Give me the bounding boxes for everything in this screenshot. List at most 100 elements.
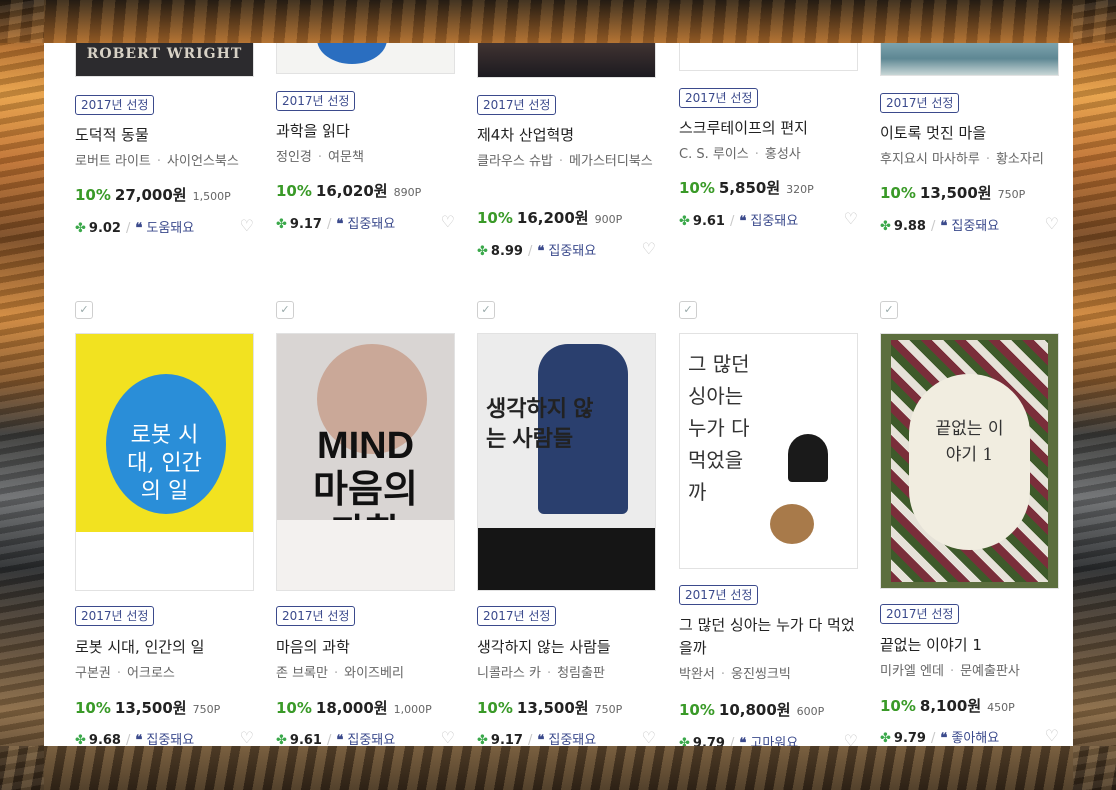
reward-points: 900P <box>594 213 623 226</box>
book-cover[interactable] <box>477 43 656 78</box>
reward-points: 450P <box>987 701 1015 714</box>
review-keyword[interactable]: 집중돼요 <box>347 733 395 746</box>
review-keyword[interactable]: 집중돼요 <box>750 214 798 229</box>
author[interactable]: 구본권 <box>75 666 111 681</box>
review-keyword[interactable]: 집중돼요 <box>146 733 194 746</box>
book-cover[interactable]: 생각하지 않는 사람들 <box>477 333 656 591</box>
discount-rate: 10% <box>477 699 513 717</box>
heart-icon[interactable]: ♡ <box>240 216 254 235</box>
award-tag[interactable]: 2017년 선정 <box>477 95 557 115</box>
book-cover[interactable]: MIND 마음의 과학 <box>276 333 455 591</box>
award-tag[interactable]: 2017년 선정 <box>679 88 759 108</box>
cover-footer <box>76 532 253 590</box>
publisher[interactable]: 사이언스북스 <box>167 154 239 169</box>
book-card: ✓ 끝없는 이야기 1 2017년 선정 끝없는 이야기 1 미카엘 엔데 · 문예… <box>880 301 1065 746</box>
author[interactable]: C. S. 루이스 <box>679 147 749 162</box>
book-title[interactable]: 제4차 산업혁명 <box>477 124 662 147</box>
award-tag[interactable]: 2017년 선정 <box>679 585 759 605</box>
book-title[interactable]: 생각하지 않는 사람들 <box>477 636 662 659</box>
heart-icon[interactable]: ♡ <box>844 209 858 228</box>
award-tag[interactable]: 2017년 선정 <box>276 91 356 111</box>
publisher[interactable]: 청림출판 <box>557 666 605 681</box>
heart-icon[interactable]: ♡ <box>1045 214 1059 233</box>
heart-icon[interactable]: ♡ <box>441 728 455 746</box>
publisher[interactable]: 와이즈베리 <box>344 666 404 681</box>
author[interactable]: 후지요시 마사하루 <box>880 152 980 167</box>
background-left <box>0 0 44 790</box>
publisher[interactable]: 문예출판사 <box>960 664 1020 679</box>
publisher[interactable]: 메가스터디북스 <box>569 154 653 169</box>
review-keyword[interactable]: 집중돼요 <box>951 219 999 234</box>
author[interactable]: 니콜라스 카 <box>477 666 541 681</box>
sale-price: 16,020원 <box>315 182 388 200</box>
book-cover[interactable]: 그 많던 싱아는 누가 다 먹었을까 <box>679 333 858 569</box>
background-right <box>1073 0 1116 790</box>
book-title[interactable]: 도덕적 동물 <box>75 124 260 147</box>
book-cover[interactable] <box>880 43 1059 76</box>
award-tag[interactable]: 2017년 선정 <box>477 606 557 626</box>
heart-icon[interactable]: ♡ <box>240 728 254 746</box>
heart-icon[interactable]: ♡ <box>642 239 656 258</box>
publisher[interactable]: 어크로스 <box>127 666 175 681</box>
book-cover[interactable]: 로봇 시대, 인간의 일 <box>75 333 254 591</box>
book-cover[interactable] <box>679 43 858 71</box>
publisher[interactable]: 황소자리 <box>996 152 1044 167</box>
book-cover[interactable]: ROBERT WRIGHT <box>75 43 254 77</box>
review-keyword[interactable]: 도움돼요 <box>146 221 194 236</box>
book-title[interactable]: 스크루테이프의 편지 <box>679 117 864 140</box>
review-keyword[interactable]: 고마워요 <box>750 736 798 746</box>
quote-icon: ❝ <box>940 731 948 746</box>
heart-icon[interactable]: ♡ <box>844 731 858 746</box>
book-cover[interactable]: 끝없는 이야기 1 <box>880 333 1059 589</box>
book-card: 2017년 선정 스크루테이프의 편지 C. S. 루이스 · 홍성사 10% 5,8… <box>679 43 864 243</box>
clover-icon: ✤ <box>75 221 86 236</box>
heart-icon[interactable]: ♡ <box>1045 726 1059 745</box>
review-keyword[interactable]: 집중돼요 <box>548 244 596 259</box>
select-checkbox[interactable]: ✓ <box>679 301 697 319</box>
quote-icon: ❝ <box>135 733 143 746</box>
review-keyword[interactable]: 집중돼요 <box>548 733 596 746</box>
rating-score: 9.61 <box>289 733 322 746</box>
heart-icon[interactable]: ♡ <box>642 728 656 746</box>
reward-points: 1,500P <box>192 190 231 203</box>
award-tag[interactable]: 2017년 선정 <box>880 604 960 624</box>
rating-row: ✤ 9.17/❝ 집중돼요 ♡ <box>276 212 455 232</box>
select-checkbox[interactable]: ✓ <box>880 301 898 319</box>
cover-art-2 <box>770 504 814 544</box>
cover-text: 생각하지 않는 사람들 <box>486 396 594 451</box>
select-checkbox[interactable]: ✓ <box>477 301 495 319</box>
reward-points: 320P <box>786 183 814 196</box>
select-checkbox[interactable]: ✓ <box>75 301 93 319</box>
book-title[interactable]: 과학을 읽다 <box>276 120 461 143</box>
author[interactable]: 로버트 라이트 <box>75 154 151 169</box>
book-title[interactable]: 끝없는 이야기 1 <box>880 634 1065 657</box>
publisher[interactable]: 홍성사 <box>765 147 801 162</box>
select-checkbox[interactable]: ✓ <box>276 301 294 319</box>
book-title[interactable]: 이토록 멋진 마을 <box>880 122 1065 145</box>
check-icon: ✓ <box>884 303 894 316</box>
review-keyword[interactable]: 집중돼요 <box>347 217 395 232</box>
author[interactable]: 미카엘 엔데 <box>880 664 944 679</box>
rating-row: ✤ 9.79/❝ 고마워요 ♡ <box>679 731 858 746</box>
book-title[interactable]: 로봇 시대, 인간의 일 <box>75 636 260 659</box>
author[interactable]: 박완서 <box>679 667 715 682</box>
cover-text: ROBERT WRIGHT <box>86 46 243 62</box>
author[interactable]: 존 브록만 <box>276 666 328 681</box>
award-tag[interactable]: 2017년 선정 <box>880 93 960 113</box>
publisher[interactable]: 웅진씽크빅 <box>731 667 791 682</box>
book-meta: 미카엘 엔데 · 문예출판사 <box>880 664 1020 679</box>
author[interactable]: 정인경 <box>276 150 312 165</box>
book-title[interactable]: 마음의 과학 <box>276 636 461 659</box>
book-title[interactable]: 그 많던 싱아는 누가 다 먹었을까 <box>679 614 864 660</box>
author[interactable]: 클라우스 슈밥 <box>477 154 553 169</box>
award-tag[interactable]: 2017년 선정 <box>276 606 356 626</box>
rating-row: ✤ 9.17/❝ 집중돼요 ♡ <box>477 728 656 746</box>
book-cover[interactable] <box>276 43 455 74</box>
award-tag[interactable]: 2017년 선정 <box>75 606 155 626</box>
clover-icon: ✤ <box>276 733 287 746</box>
award-tag[interactable]: 2017년 선정 <box>75 95 155 115</box>
heart-icon[interactable]: ♡ <box>441 212 455 231</box>
publisher[interactable]: 여문책 <box>328 150 364 165</box>
background-top <box>0 0 1116 43</box>
review-keyword[interactable]: 좋아해요 <box>951 731 999 746</box>
